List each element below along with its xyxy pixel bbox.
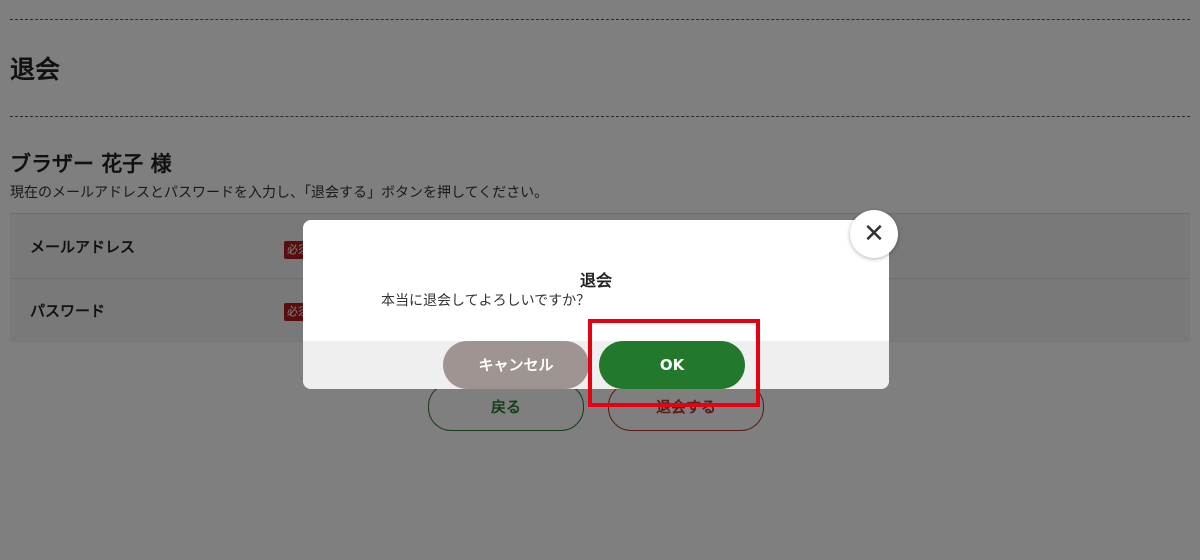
cancel-button[interactable]: キャンセル xyxy=(443,341,589,389)
close-dialog-button[interactable]: ✕ xyxy=(850,210,898,258)
dialog-message: 本当に退会してよろしいですか？ xyxy=(381,293,591,309)
highlight-box xyxy=(588,319,760,407)
close-icon: ✕ xyxy=(863,219,885,249)
dialog-title: 退会 xyxy=(579,271,612,290)
